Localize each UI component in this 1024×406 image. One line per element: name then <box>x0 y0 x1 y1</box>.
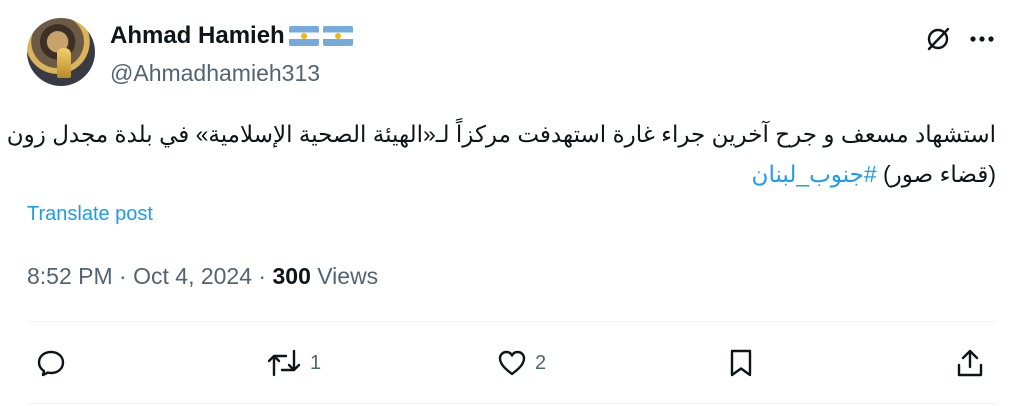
divider <box>27 403 996 404</box>
argentina-flag-icon <box>322 26 353 46</box>
like-count: 2 <box>535 351 547 374</box>
post-date[interactable]: Oct 4, 2024 <box>133 263 252 289</box>
author-handle[interactable]: @Ahmadhamieh313 <box>110 60 320 87</box>
author-name[interactable]: Ahmad Hamieh <box>110 22 285 50</box>
translate-post-link[interactable]: Translate post <box>27 203 153 226</box>
views-count: 300 <box>272 263 311 289</box>
retweet-icon <box>267 349 301 377</box>
bookmark-icon <box>730 349 752 377</box>
bookmark-button[interactable] <box>726 348 756 378</box>
meta-separator: · <box>112 263 134 289</box>
tweet-text-location: (قضاء صور) <box>876 161 996 187</box>
like-button[interactable]: 2 <box>497 348 546 378</box>
share-button[interactable] <box>955 348 985 378</box>
tweet-text: استشهاد مسعف و جرح آخرين جراء غارة استهد… <box>6 114 996 194</box>
reply-icon <box>37 350 65 377</box>
heart-icon <box>498 350 526 376</box>
views-label: Views <box>310 263 379 289</box>
grok-icon[interactable] <box>925 26 951 52</box>
more-icon[interactable] <box>968 26 996 52</box>
tweet-text-line-2: (قضاء صور) #جنوب_لبنان <box>27 154 996 194</box>
avatar[interactable] <box>27 18 95 86</box>
trophy-graphic <box>57 48 71 78</box>
retweet-count: 1 <box>310 351 322 374</box>
argentina-flag-icon <box>288 26 319 46</box>
hashtag-link[interactable]: #جنوب_لبنان <box>752 161 877 187</box>
retweet-button[interactable]: 1 <box>266 348 321 378</box>
post-meta: 8:52 PM · Oct 4, 2024 · 300 Views <box>27 263 378 290</box>
divider <box>27 321 996 322</box>
meta-separator: · <box>252 263 273 289</box>
tweet-text-line-1: استشهاد مسعف و جرح آخرين جراء غارة استهد… <box>6 121 996 147</box>
author-name-row[interactable]: Ahmad Hamieh <box>110 22 353 50</box>
reply-button[interactable] <box>36 348 74 378</box>
share-icon <box>957 349 983 377</box>
post-time[interactable]: 8:52 PM <box>27 263 113 289</box>
